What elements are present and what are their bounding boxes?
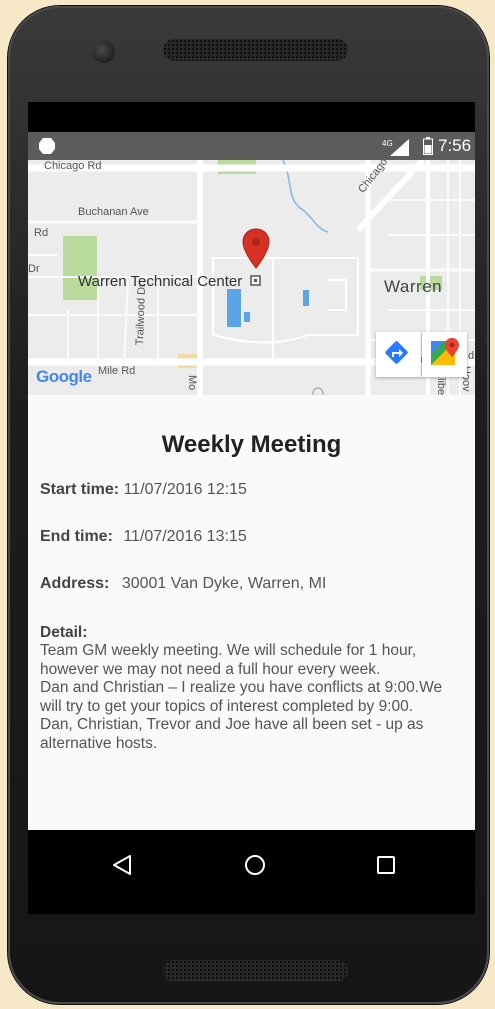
bottom-speaker: [163, 960, 348, 982]
address-row: Address: 30001 Van Dyke, Warren, MI: [40, 575, 326, 593]
top-speaker: [163, 39, 348, 61]
map-label-rd-left: Rd: [34, 227, 49, 239]
notification-icon: [39, 138, 55, 154]
location-pin-icon[interactable]: [242, 228, 270, 286]
recents-icon[interactable]: [371, 850, 401, 880]
home-icon[interactable]: [240, 850, 270, 880]
open-in-maps-button[interactable]: [422, 332, 467, 377]
event-details: Weekly Meeting Start time: 11/07/2016 12…: [28, 395, 475, 830]
address-label: Address:: [40, 575, 110, 592]
end-time-label: End time:: [40, 528, 113, 545]
detail-line: however we may not need a full hour ever…: [40, 660, 381, 678]
map-label-trailwood-dr: Trailwood Dr: [134, 283, 149, 346]
detail-line: alternative hosts.: [40, 734, 158, 752]
map-label-warren: Warren: [384, 277, 443, 296]
google-logo: Google: [36, 367, 92, 387]
detail-label: Detail:: [40, 624, 88, 641]
start-time-value: 11/07/2016 12:15: [123, 481, 247, 498]
detail-text: Team GM weekly meeting. We will schedule…: [40, 642, 470, 753]
detail-line: Team GM weekly meeting. We will schedule…: [40, 642, 417, 659]
status-bar: 4G 7:56: [28, 132, 475, 160]
google-logo-text: Google: [36, 367, 92, 386]
front-camera: [93, 41, 115, 63]
clock: 7:56: [438, 136, 472, 155]
map-label-mo: Mo: [186, 375, 198, 391]
directions-button[interactable]: [376, 332, 421, 377]
back-icon[interactable]: [108, 850, 138, 880]
map-label-dr-left: Dr: [28, 263, 40, 275]
start-time-row: Start time: 11/07/2016 12:15: [40, 481, 247, 499]
map-label-buchanan-ave: Buchanan Ave: [78, 206, 149, 218]
end-time-row: End time: 11/07/2016 13:15: [40, 528, 247, 546]
end-time-value: 11/07/2016 13:15: [123, 528, 247, 545]
google-maps-icon: [431, 338, 459, 365]
map-label-mile-rd: Mile Rd: [98, 365, 136, 377]
park-area: [63, 236, 97, 300]
network-type: 4G: [382, 139, 393, 148]
map-label-libe: libe: [435, 378, 447, 395]
navigation-bar: [28, 830, 475, 914]
directions-icon: [385, 341, 408, 364]
start-time-label: Start time:: [40, 481, 120, 498]
signal-icon: 4G: [382, 139, 409, 156]
detail-line: will try to get your topics of interest …: [40, 697, 414, 715]
detail-line: Dan, Christian, Trevor and Joe have all …: [40, 716, 424, 733]
address-value: 30001 Van Dyke, Warren, MI: [121, 575, 327, 592]
map-label-place: Warren Technical Center: [78, 273, 243, 290]
screen: 4G 7:56 Chicago Rd Chicago Rd Buchanan A…: [28, 102, 475, 914]
event-title: Weekly Meeting: [161, 431, 342, 458]
detail-line: Dan and Christian – I realize you have c…: [40, 679, 443, 696]
map-label-chicago-rd: Chicago Rd: [44, 160, 102, 172]
phone-frame: 4G 7:56 Chicago Rd Chicago Rd Buchanan A…: [8, 6, 489, 1004]
battery-icon: [423, 137, 433, 155]
